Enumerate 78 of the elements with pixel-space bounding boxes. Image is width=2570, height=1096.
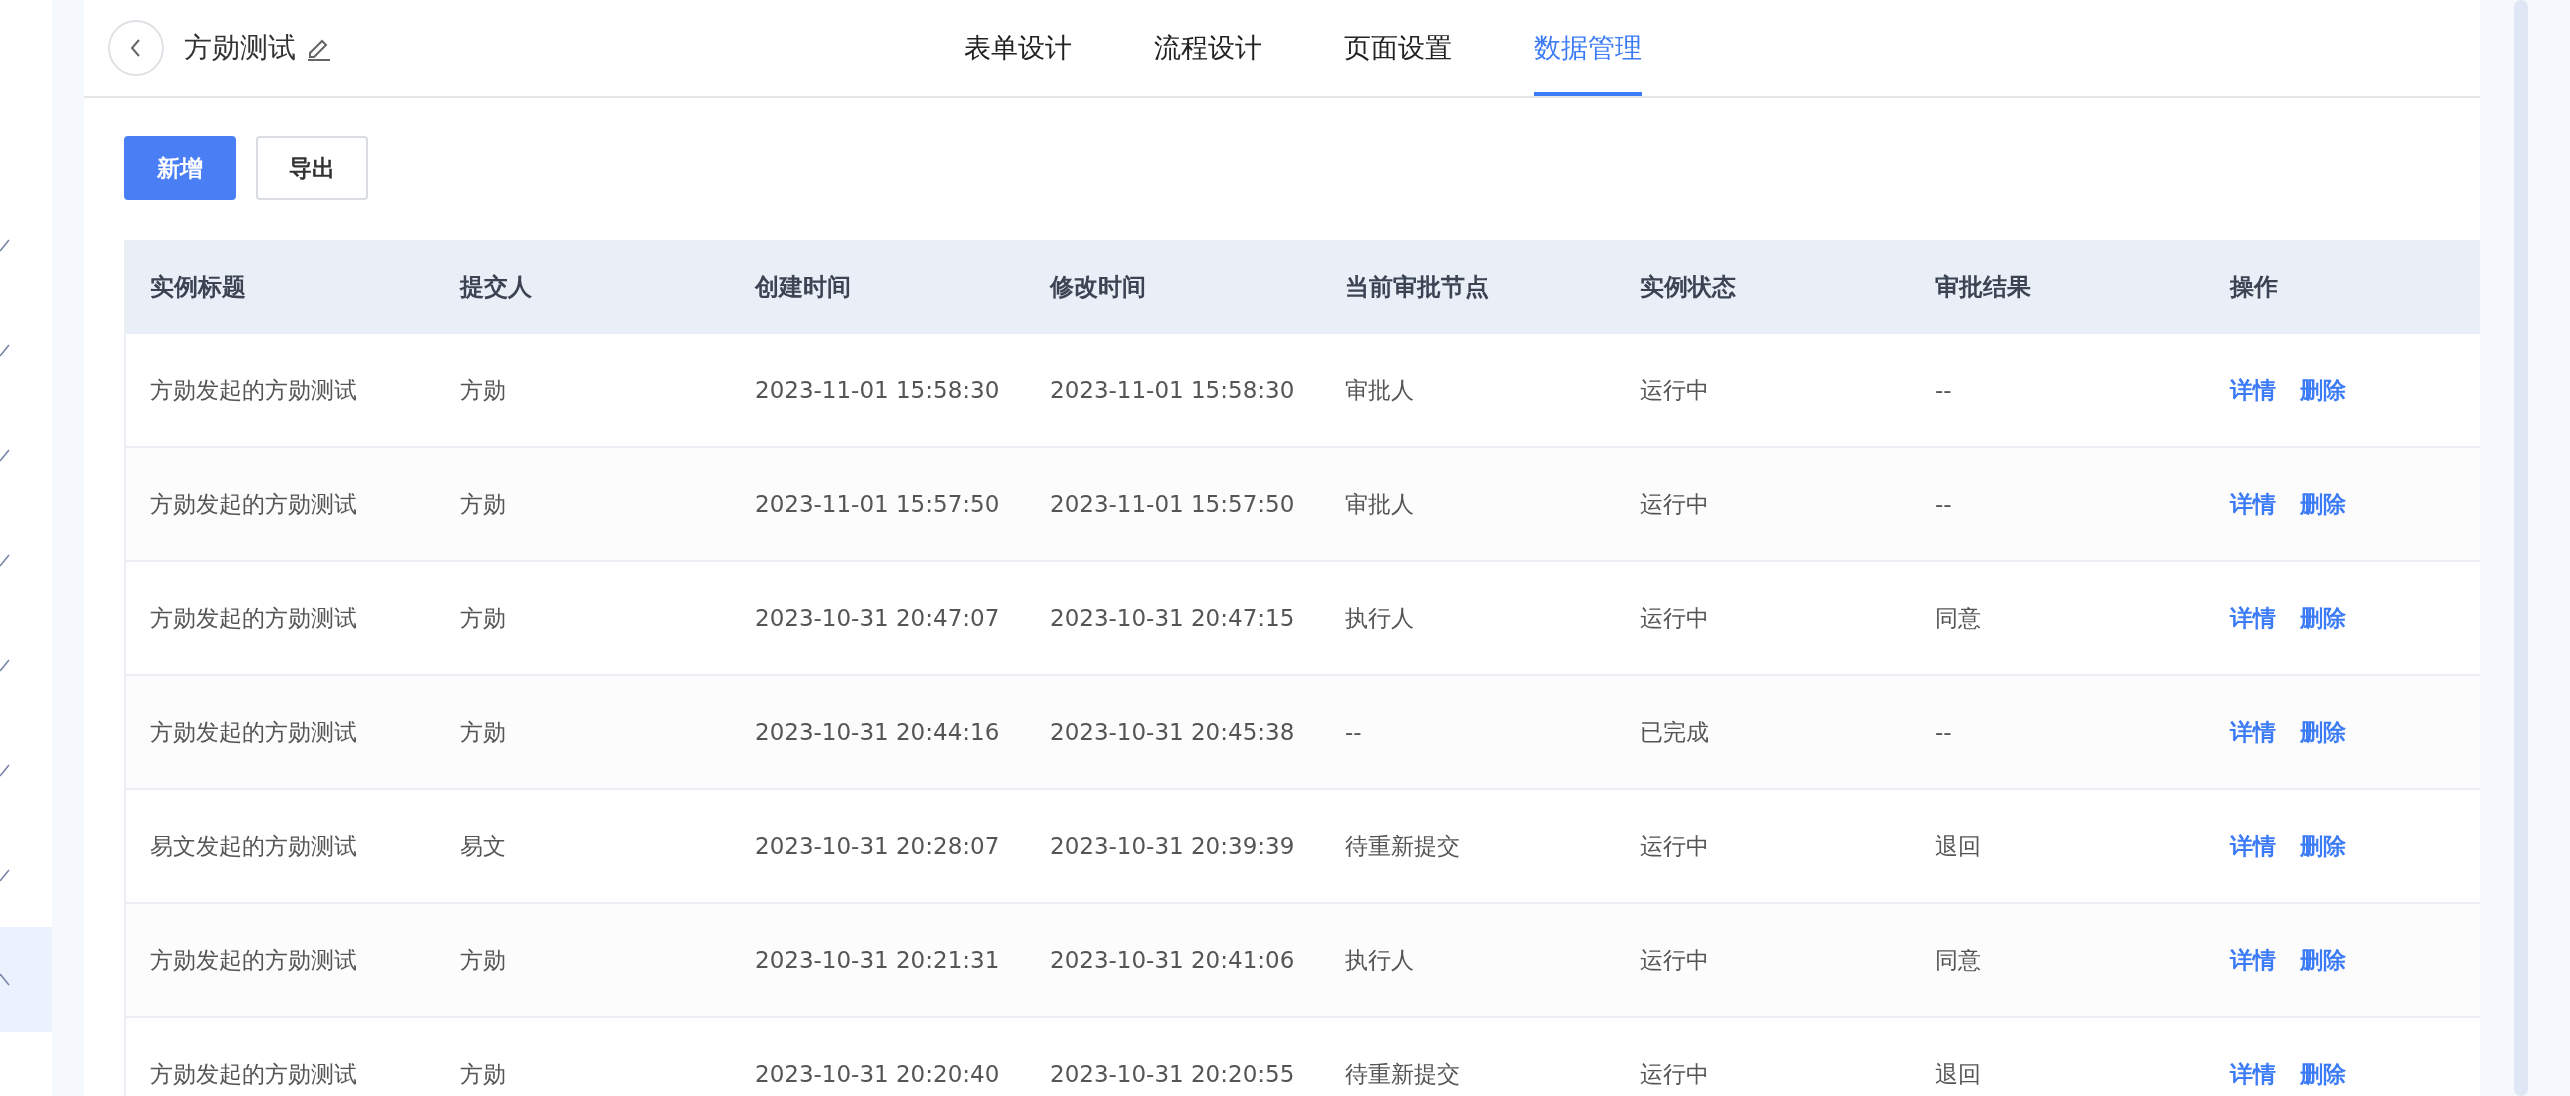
column-header: 当前审批节点	[1344, 272, 1490, 303]
table-cell-text: 方勋发起的方勋测试	[149, 717, 358, 747]
table-cell-text: 2023-10-31 20:20:40	[754, 1061, 1001, 1087]
tab[interactable]: 表单设计	[964, 0, 1072, 96]
table-cell-text: 2023-10-31 20:41:06	[1049, 947, 1296, 973]
column-header: 修改时间	[1048, 272, 1147, 303]
details-link[interactable]: 详情	[2230, 1058, 2276, 1090]
table-cell-text: 2023-10-31 20:45:38	[1049, 719, 1296, 745]
table-cell-text: 2023-10-31 20:47:15	[1049, 605, 1296, 631]
column-header: 创建时间	[753, 272, 852, 303]
table-cell-text: --	[1344, 719, 1363, 745]
table-cell-text: 方勋发起的方勋测试	[149, 1059, 358, 1089]
details-link[interactable]: 详情	[2230, 488, 2276, 520]
table-cell-text: 已完成	[1639, 717, 1710, 747]
table-cell-text: 2023-11-01 15:57:50	[754, 491, 1001, 517]
delete-link[interactable]: 删除	[2300, 488, 2346, 520]
table-cell-text: 2023-11-01 15:58:30	[754, 377, 1001, 403]
tab[interactable]: 流程设计	[1154, 0, 1262, 96]
delete-link[interactable]: 删除	[2300, 944, 2346, 976]
delete-link[interactable]: 删除	[2300, 1058, 2346, 1090]
table-cell-text: 2023-11-01 15:57:50	[1049, 491, 1296, 517]
table-cell-text: --	[1934, 719, 1953, 745]
tab[interactable]: 数据管理	[1534, 0, 1642, 96]
table-cell-text: 运行中	[1639, 945, 1710, 975]
add-button[interactable]: 新增	[124, 136, 236, 200]
table-cell-text: 方勋	[459, 1059, 507, 1089]
table-cell-text: 运行中	[1639, 1059, 1710, 1089]
table-cell-text: 2023-10-31 20:39:39	[1049, 833, 1296, 859]
table-cell-text: 同意	[1934, 603, 1982, 633]
table-cell-text: 2023-10-31 20:44:16	[754, 719, 1001, 745]
details-link[interactable]: 详情	[2230, 944, 2276, 976]
details-link[interactable]: 详情	[2230, 602, 2276, 634]
details-link[interactable]: 详情	[2230, 716, 2276, 748]
table-cell-text: 退回	[1934, 831, 1982, 861]
table-cell-text: 2023-10-31 20:21:31	[754, 947, 1001, 973]
delete-link[interactable]: 删除	[2300, 830, 2346, 862]
table-cell-text: 执行人	[1344, 603, 1415, 633]
delete-link[interactable]: 删除	[2300, 374, 2346, 406]
tab[interactable]: 页面设置	[1344, 0, 1452, 96]
table-cell-text: 2023-10-31 20:20:55	[1049, 1061, 1296, 1087]
table-cell-text: 运行中	[1639, 489, 1710, 519]
table-cell-text: 待重新提交	[1344, 831, 1461, 861]
table-cell-text: 易文发起的方勋测试	[149, 831, 358, 861]
table-cell-text: 方勋	[459, 945, 507, 975]
table-cell-text: 2023-10-31 20:47:07	[754, 605, 1001, 631]
column-header: 提交人	[458, 272, 533, 303]
table-cell-text: 方勋发起的方勋测试	[149, 375, 358, 405]
table-cell-text: 运行中	[1639, 375, 1710, 405]
table-cell-text: 方勋	[459, 717, 507, 747]
table-cell-text: 2023-10-31 20:28:07	[754, 833, 1001, 859]
delete-link[interactable]: 删除	[2300, 716, 2346, 748]
column-header: 实例状态	[1639, 272, 1737, 303]
table-cell-text: 退回	[1934, 1059, 1982, 1089]
table-cell-text: 方勋	[459, 489, 507, 519]
column-header: 实例标题	[149, 272, 247, 303]
delete-link[interactable]: 删除	[2300, 602, 2346, 634]
table-cell-text: 2023-11-01 15:58:30	[1049, 377, 1296, 403]
table-cell-text: --	[1934, 491, 1953, 517]
table-cell-text: 易文	[459, 831, 507, 861]
column-header: 审批结果	[1934, 272, 2032, 303]
form-title: 方勋测试	[184, 30, 296, 66]
table-cell-text: 运行中	[1639, 603, 1710, 633]
table-cell-text: 方勋发起的方勋测试	[149, 603, 358, 633]
export-button[interactable]: 导出	[256, 136, 368, 200]
details-link[interactable]: 详情	[2230, 374, 2276, 406]
table-cell-text: 审批人	[1344, 489, 1415, 519]
details-link[interactable]: 详情	[2230, 830, 2276, 862]
table-cell-text: 审批人	[1344, 375, 1415, 405]
column-header: 操作	[2228, 272, 2279, 303]
table-cell-text: 方勋发起的方勋测试	[149, 945, 358, 975]
table-cell-text: 运行中	[1639, 831, 1710, 861]
table-cell-text: 方勋	[459, 375, 507, 405]
table-cell-text: 同意	[1934, 945, 1982, 975]
table-cell-text: 方勋	[459, 603, 507, 633]
table-cell-text: 待重新提交	[1344, 1059, 1461, 1089]
table-cell-text: --	[1934, 377, 1953, 403]
table-cell-text: 执行人	[1344, 945, 1415, 975]
table-cell-text: 方勋发起的方勋测试	[149, 489, 358, 519]
